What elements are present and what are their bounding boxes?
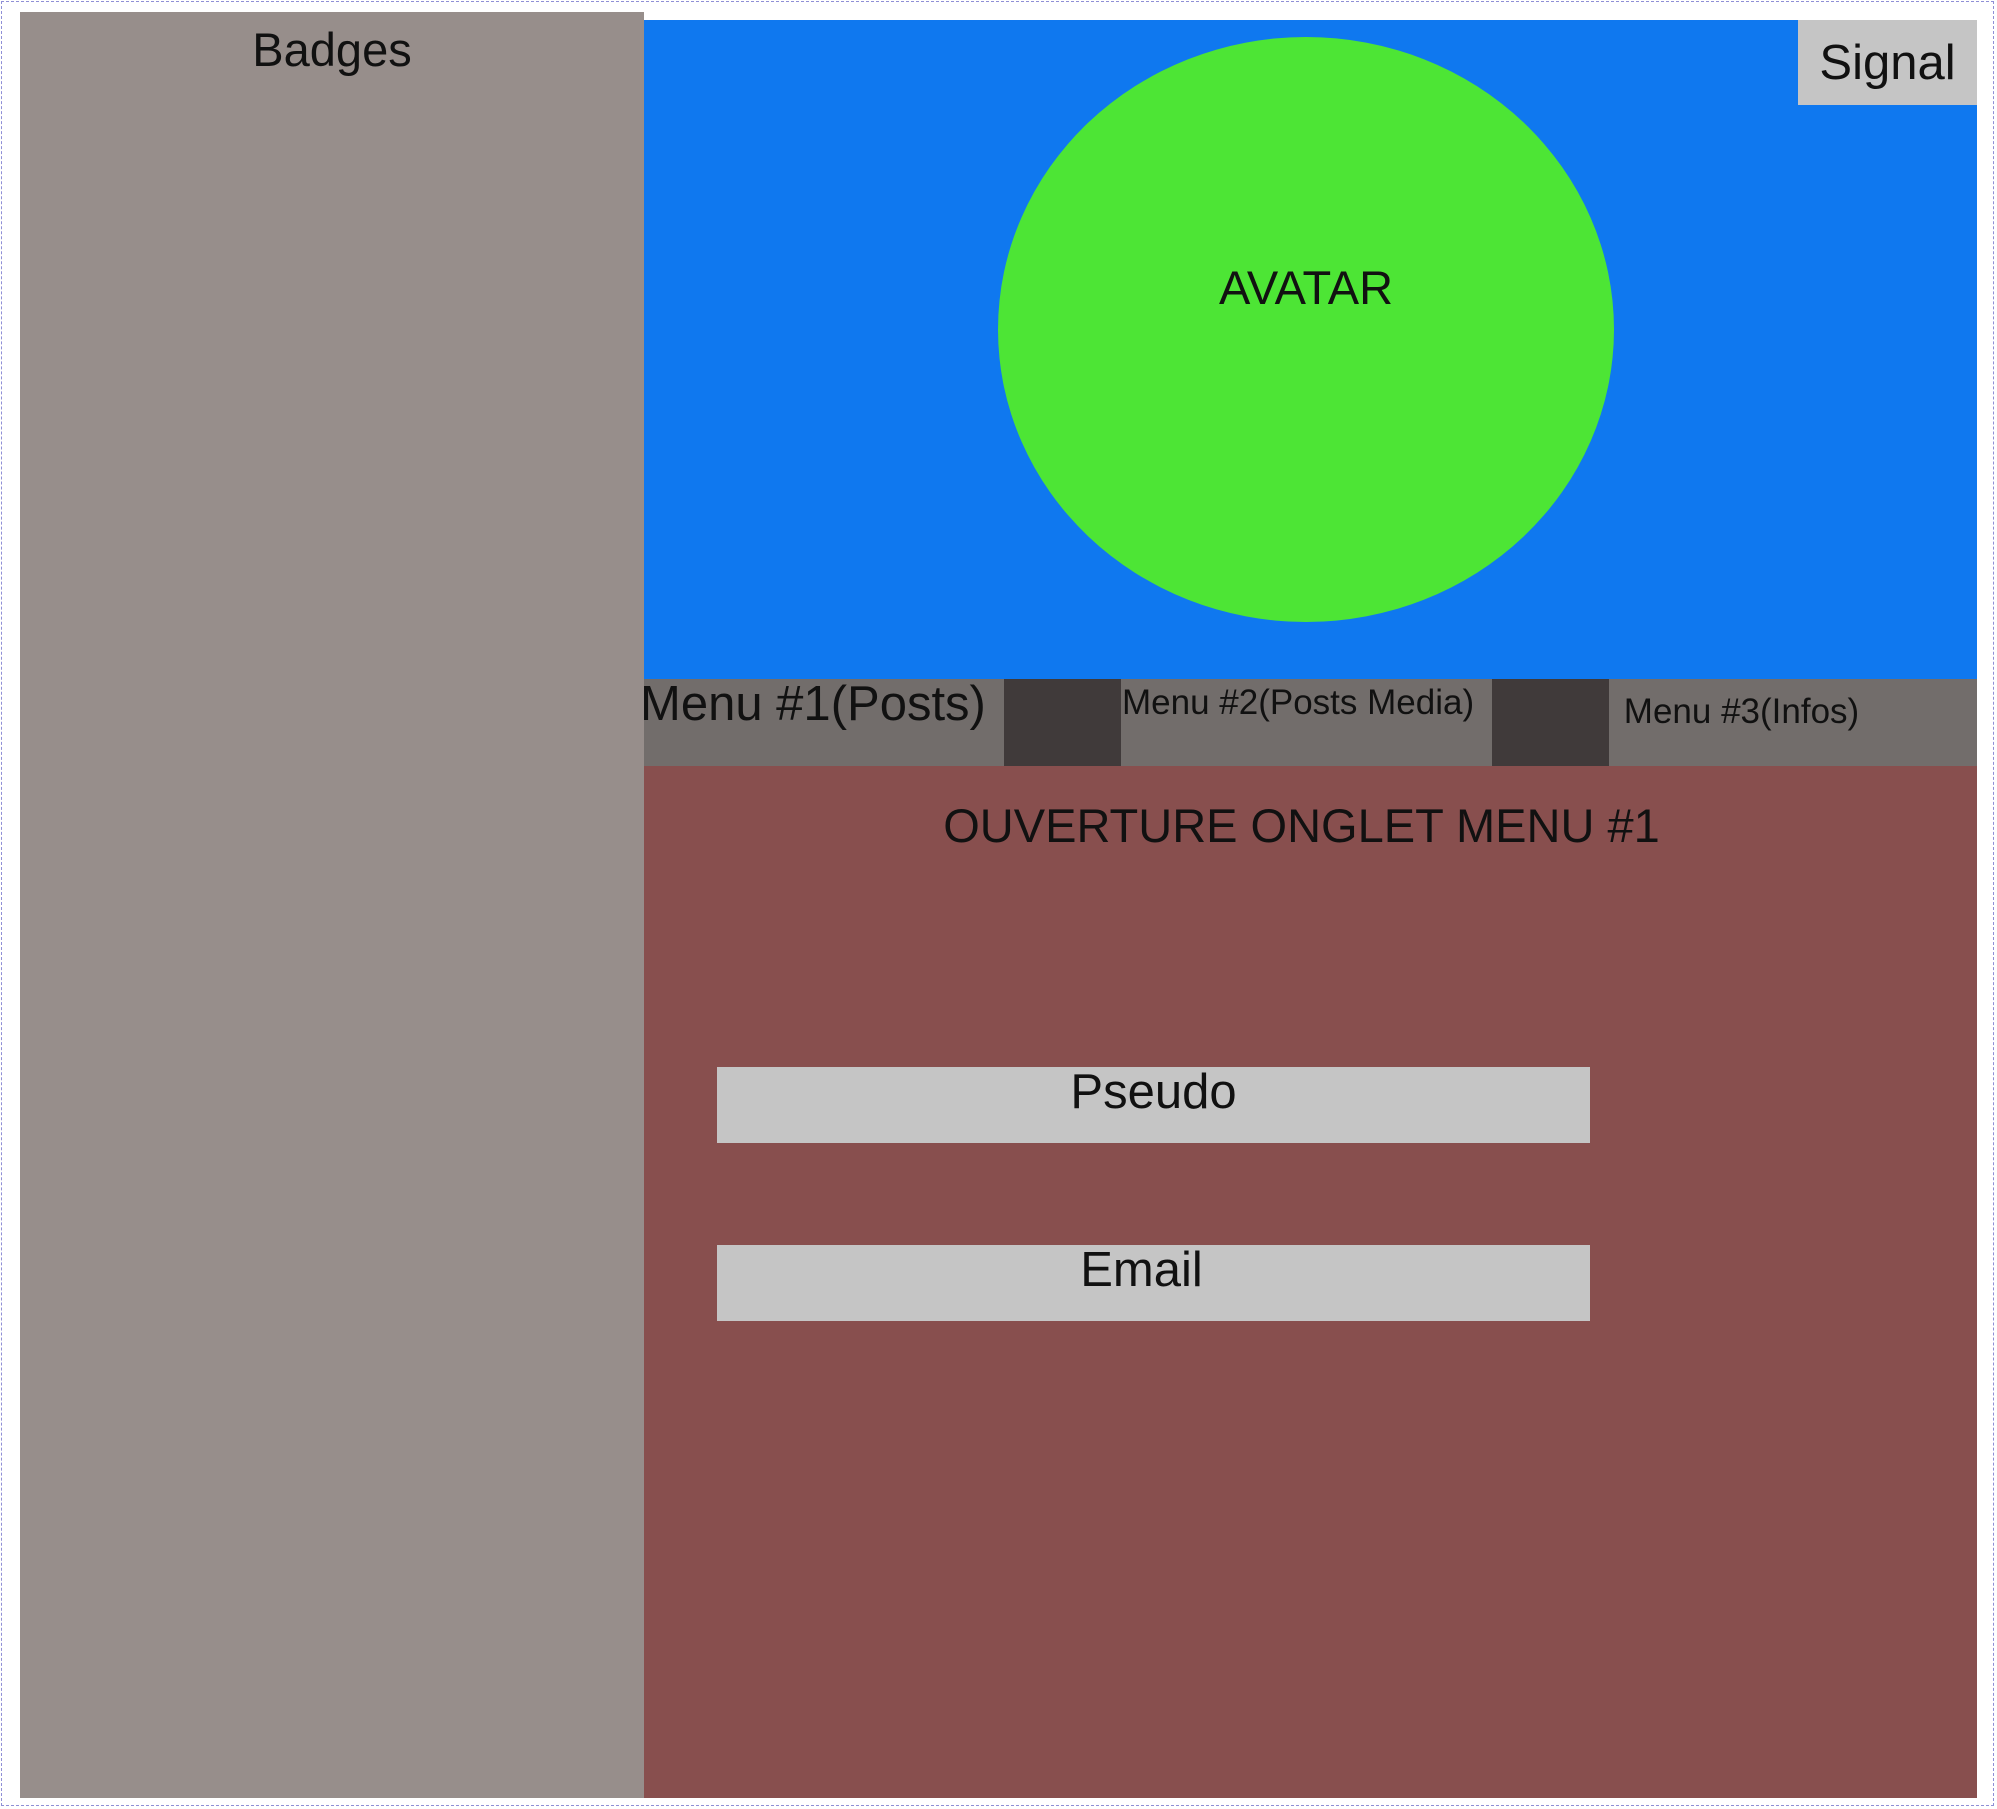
badges-sidebar: Badges <box>20 12 644 1798</box>
pseudo-label: Pseudo <box>1070 1065 1237 1119</box>
menu-bar: Menu #1(Posts) Menu #2(Posts Media) Menu… <box>640 679 1977 766</box>
badges-title: Badges <box>252 23 412 76</box>
content-title: OUVERTURE ONGLET MENU #1 <box>943 799 1660 852</box>
avatar-label: AVATAR <box>1218 261 1394 314</box>
profile-header: AVATAR Signal <box>644 20 1977 679</box>
avatar[interactable]: AVATAR <box>998 37 1614 622</box>
tab-content-panel: OUVERTURE ONGLET MENU #1 Pseudo Email <box>644 766 1977 1798</box>
email-label: Email <box>1080 1243 1203 1297</box>
tab-posts[interactable]: Menu #1(Posts) <box>640 679 1004 766</box>
tab-posts-media[interactable]: Menu #2(Posts Media) <box>1122 683 1494 770</box>
signal-button[interactable]: Signal <box>1798 20 1977 105</box>
email-field[interactable]: Email <box>717 1245 1590 1321</box>
menu-separator <box>1004 679 1121 766</box>
tab-infos[interactable]: Menu #3(Infos) <box>1506 687 1977 774</box>
pseudo-field[interactable]: Pseudo <box>717 1067 1590 1143</box>
